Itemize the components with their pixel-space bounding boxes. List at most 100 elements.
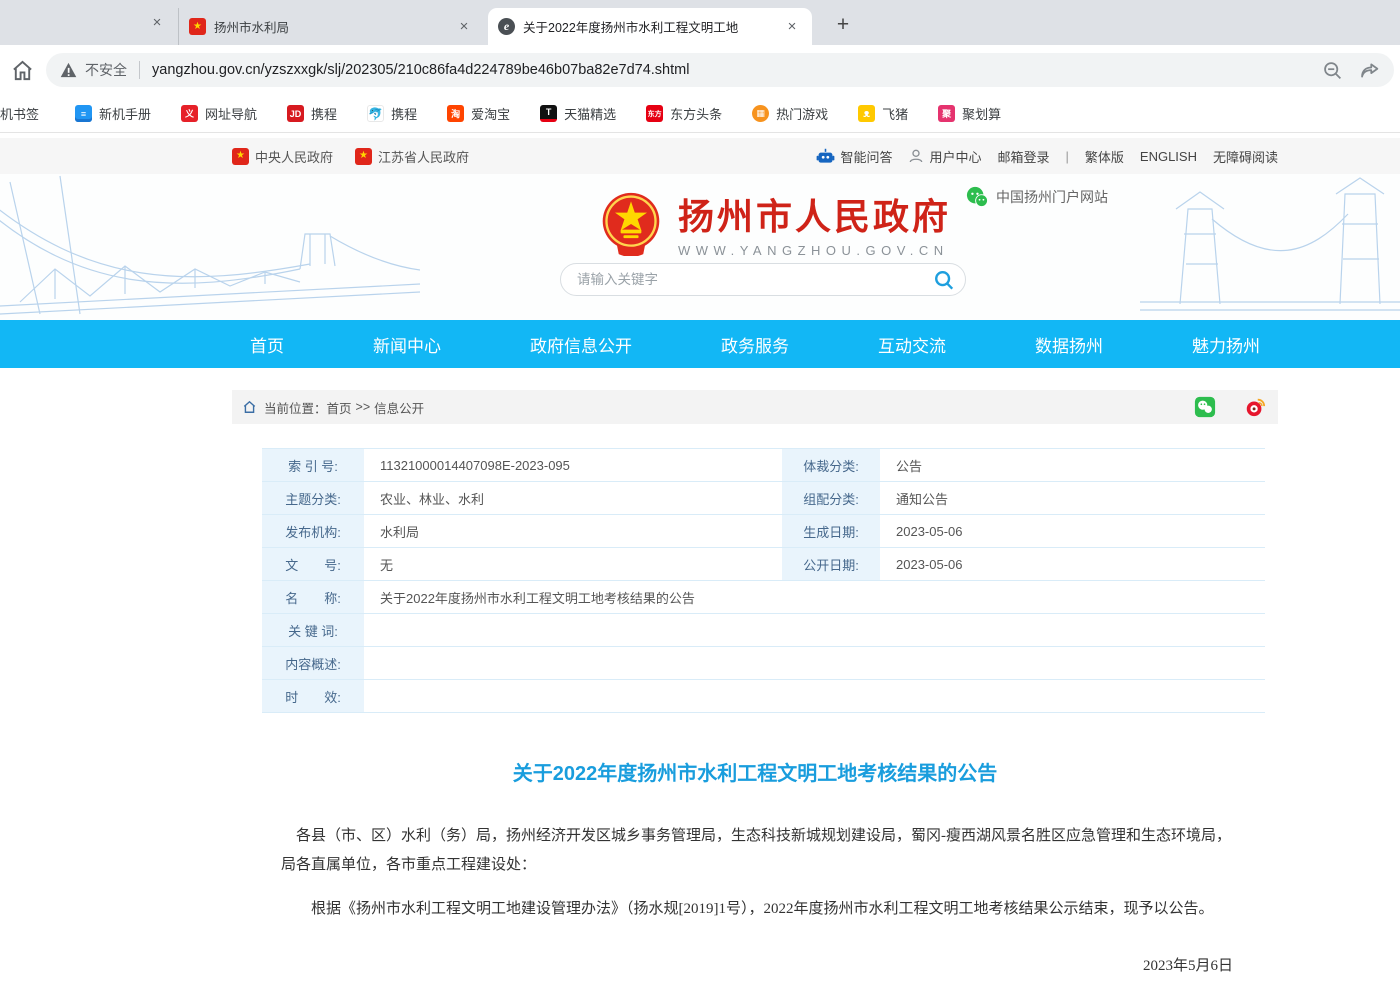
meta-value: 公告 bbox=[882, 449, 1265, 481]
manual-icon: ≡ bbox=[75, 105, 92, 122]
taobao-icon: 淘 bbox=[447, 105, 464, 122]
bookmark-label: 天猫精选 bbox=[564, 104, 616, 123]
smart-qa-label: 智能问答 bbox=[840, 147, 892, 166]
tab-yangzhou-water-bureau[interactable]: 扬州市水利局 × bbox=[178, 8, 484, 45]
bookmark-juhuasuan[interactable]: 聚 聚划算 bbox=[938, 104, 1001, 123]
home-icon[interactable] bbox=[2, 59, 42, 82]
bookmark-fliggy[interactable]: ᴥ 飞猪 bbox=[858, 104, 908, 123]
link-central-government[interactable]: 中央人民政府 bbox=[232, 147, 333, 166]
meta-label: 体裁分类: bbox=[782, 449, 882, 481]
gov-emblem-icon bbox=[232, 148, 249, 165]
portal-badge[interactable]: 中国扬州门户网站 bbox=[966, 186, 1108, 208]
games-icon: ▦ bbox=[752, 105, 769, 122]
table-row: 内容概述: bbox=[262, 647, 1265, 680]
zoom-out-icon[interactable] bbox=[1322, 60, 1343, 81]
bookmark-phone-bookmarks[interactable]: 机书签 bbox=[0, 104, 39, 123]
table-row: 关 键 词: bbox=[262, 614, 1265, 647]
meta-label: 组配分类: bbox=[782, 482, 882, 514]
new-tab-button[interactable]: + bbox=[828, 10, 858, 40]
tab-active-announcement[interactable]: e 关于2022年度扬州市水利工程文明工地 × bbox=[488, 8, 812, 45]
security-chip[interactable]: 不安全 bbox=[60, 60, 127, 80]
meta-label: 关 键 词: bbox=[262, 614, 366, 646]
site-search[interactable] bbox=[560, 263, 966, 296]
meta-value bbox=[366, 680, 1265, 712]
nav-interaction[interactable]: 互动交流 bbox=[878, 332, 946, 357]
meta-label: 名 称: bbox=[262, 581, 366, 613]
tab-close-icon[interactable]: × bbox=[147, 12, 167, 32]
meta-value: 农业、林业、水利 bbox=[366, 482, 782, 514]
bridge-artwork-right bbox=[1140, 174, 1400, 320]
mail-login-link[interactable]: 邮箱登录 bbox=[997, 147, 1049, 166]
meta-value: 关于2022年度扬州市水利工程文明工地考核结果的公告 bbox=[366, 581, 1265, 613]
breadcrumb-prefix: 当前位置： bbox=[264, 398, 327, 417]
nav-news-center[interactable]: 新闻中心 bbox=[373, 332, 441, 357]
link-jiangsu-government[interactable]: 江苏省人民政府 bbox=[355, 147, 469, 166]
nav-home[interactable]: 首页 bbox=[250, 332, 284, 357]
bookmark-tmall[interactable]: T 天猫精选 bbox=[540, 104, 616, 123]
main-navigation: 首页 新闻中心 政府信息公开 政务服务 互动交流 数据扬州 魅力扬州 bbox=[0, 320, 1400, 368]
meta-label: 主题分类: bbox=[262, 482, 366, 514]
tab-title: 扬州市水利局 bbox=[214, 17, 454, 36]
browser-tab-bar: × 扬州市水利局 × e 关于2022年度扬州市水利工程文明工地 × + bbox=[0, 0, 1400, 45]
bookmarks-bar: 机书签 ≡ 新机手册 义 网址导航 JD 携程 🐬 携程 淘 爱淘宝 T 天猫精… bbox=[0, 95, 1400, 133]
site-header: 扬州市人民政府 WWW.YANGZHOU.GOV.CN 中国扬州门户网站 bbox=[0, 174, 1400, 320]
bookmark-jd[interactable]: JD 携程 bbox=[287, 104, 337, 123]
topbar-divider: | bbox=[1066, 149, 1069, 164]
bookmark-label: 携程 bbox=[391, 104, 417, 123]
nav-data-yangzhou[interactable]: 数据扬州 bbox=[1035, 332, 1103, 357]
page-title: 关于2022年度扬州市水利工程文明工地考核结果的公告 bbox=[232, 757, 1278, 786]
meta-value: 11321000014407098E-2023-095 bbox=[366, 449, 782, 481]
tab-close-icon[interactable]: × bbox=[782, 17, 802, 37]
meta-value: 无 bbox=[366, 548, 782, 580]
user-center-link[interactable]: 用户中心 bbox=[908, 147, 981, 166]
wechat-share-icon[interactable] bbox=[1194, 396, 1216, 418]
meta-label: 时 效: bbox=[262, 680, 366, 712]
tab-close-icon[interactable]: × bbox=[454, 17, 474, 37]
meta-value: 水利局 bbox=[366, 515, 782, 547]
accessibility-link[interactable]: 无障碍阅读 bbox=[1213, 147, 1278, 166]
user-icon bbox=[908, 148, 924, 164]
meta-label: 发布机构: bbox=[262, 515, 366, 547]
bookmark-hot-games[interactable]: ▦ 热门游戏 bbox=[752, 104, 828, 123]
nav-gov-info-disclosure[interactable]: 政府信息公开 bbox=[530, 332, 632, 357]
breadcrumb-current-link[interactable]: 信息公开 bbox=[374, 398, 424, 417]
nav-gov-services[interactable]: 政务服务 bbox=[721, 332, 789, 357]
share-icon[interactable] bbox=[1359, 60, 1380, 81]
site-url-caption: WWW.YANGZHOU.GOV.CN bbox=[678, 243, 951, 258]
url-text[interactable]: yangzhou.gov.cn/yzszxxgk/slj/202305/210c… bbox=[152, 62, 1322, 78]
meta-label: 内容概述: bbox=[262, 647, 366, 679]
meta-value: 通知公告 bbox=[882, 482, 1265, 514]
article: 关于2022年度扬州市水利工程文明工地考核结果的公告 各县（市、区）水利（务）局… bbox=[232, 757, 1278, 997]
bookmark-aitaobao[interactable]: 淘 爱淘宝 bbox=[447, 104, 510, 123]
bookmark-ctrip[interactable]: 🐬 携程 bbox=[367, 104, 417, 123]
nav-charming-yangzhou[interactable]: 魅力扬州 bbox=[1192, 332, 1260, 357]
bookmark-new-phone-manual[interactable]: ≡ 新机手册 bbox=[75, 104, 151, 123]
gov-top-bar: 中央人民政府 江苏省人民政府 智能问答 用户中心 bbox=[0, 138, 1400, 174]
english-version-link[interactable]: ENGLISH bbox=[1140, 149, 1197, 164]
article-paragraph: 各县（市、区）水利（务）局，扬州经济开发区城乡事务管理局，生态科技新城规划建设局… bbox=[281, 822, 1233, 881]
robot-icon bbox=[816, 148, 835, 165]
meta-label: 生成日期: bbox=[782, 515, 882, 547]
bookmark-label: 热门游戏 bbox=[776, 104, 828, 123]
bookmark-url-navigation[interactable]: 义 网址导航 bbox=[181, 104, 257, 123]
site-logo[interactable]: 扬州市人民政府 WWW.YANGZHOU.GOV.CN bbox=[598, 188, 951, 258]
table-row: 名 称: 关于2022年度扬州市水利工程文明工地考核结果的公告 bbox=[262, 581, 1265, 614]
gov-emblem-favicon-icon bbox=[189, 18, 206, 35]
table-row: 主题分类: 农业、林业、水利 组配分类: 通知公告 bbox=[262, 482, 1265, 515]
traditional-version-link[interactable]: 繁体版 bbox=[1085, 147, 1124, 166]
warning-icon bbox=[60, 62, 77, 78]
smart-qa-link[interactable]: 智能问答 bbox=[816, 147, 892, 166]
breadcrumb-separator: >> bbox=[356, 400, 371, 414]
search-input[interactable] bbox=[577, 272, 929, 287]
weibo-share-icon[interactable] bbox=[1244, 396, 1266, 418]
breadcrumb-home-link[interactable]: 首页 bbox=[327, 398, 352, 417]
bookmark-eastday[interactable]: 东方 东方头条 bbox=[646, 104, 722, 123]
search-icon bbox=[933, 269, 955, 291]
bookmark-label: 东方头条 bbox=[670, 104, 722, 123]
ctrip-dolphin-icon: 🐬 bbox=[367, 105, 384, 122]
gov-link-label: 中央人民政府 bbox=[255, 147, 333, 166]
search-button[interactable] bbox=[929, 265, 959, 295]
juhuasuan-icon: 聚 bbox=[938, 105, 955, 122]
address-bar[interactable]: 不安全 yangzhou.gov.cn/yzszxxgk/slj/202305/… bbox=[46, 53, 1394, 87]
bookmark-label: 聚划算 bbox=[962, 104, 1001, 123]
